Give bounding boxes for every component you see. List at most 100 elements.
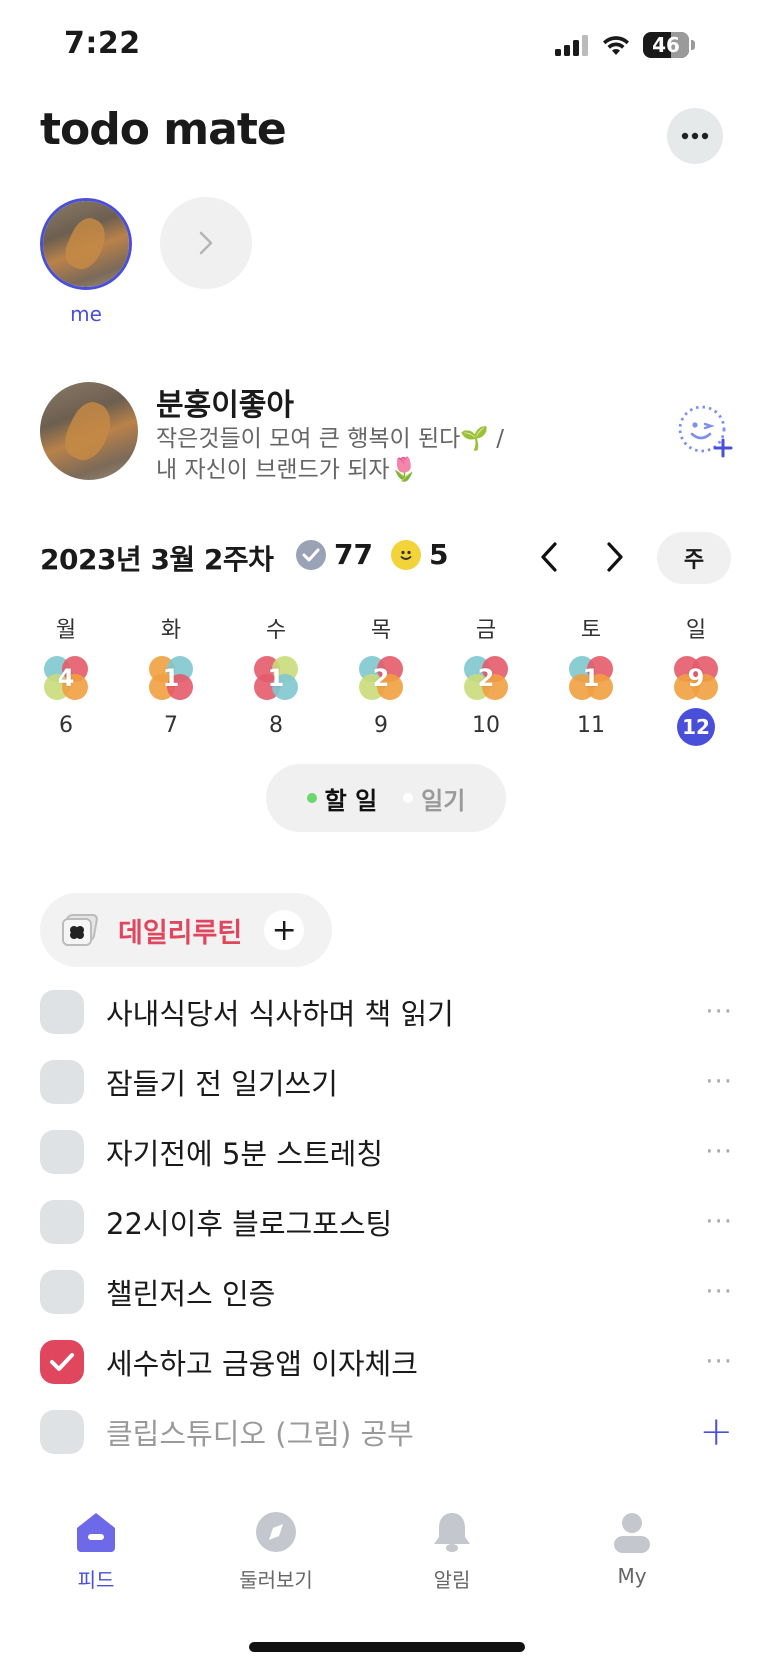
- routine-category-chip[interactable]: 데일리루틴 +: [40, 893, 332, 967]
- day-date: 10: [472, 713, 500, 738]
- day-column[interactable]: 일 9 12: [666, 612, 726, 746]
- clover-icon: 1: [567, 654, 615, 702]
- day-todo-count: 9: [687, 664, 705, 692]
- todo-text: 자기전에 5분 스트레칭: [106, 1137, 384, 1171]
- home-indicator: [249, 1642, 525, 1652]
- todo-checkbox[interactable]: [40, 1060, 84, 1104]
- more-horizontal-icon: [681, 132, 709, 140]
- more-options-button[interactable]: [667, 108, 723, 164]
- day-date: 8: [269, 713, 283, 738]
- profile-avatar[interactable]: [40, 382, 138, 480]
- done-count: 77: [334, 538, 373, 571]
- todo-item[interactable]: 세수하고 금융앱 이자체크 ···: [40, 1332, 733, 1392]
- day-todo-count: 2: [477, 664, 495, 692]
- wifi-icon: [603, 36, 629, 55]
- tab-explore-label: 둘러보기: [239, 1568, 313, 1592]
- day-name: 목: [370, 618, 392, 643]
- prev-week-button[interactable]: [536, 540, 564, 578]
- profile-name: 분홍이좋아: [156, 388, 294, 423]
- bell-icon: [434, 1513, 470, 1552]
- smiley-add-icon: [678, 405, 733, 458]
- tab-feed[interactable]: 피드: [36, 1510, 156, 1593]
- todo-checkbox[interactable]: [40, 990, 84, 1034]
- day-date: 11: [577, 713, 605, 738]
- clover-icon: 4: [42, 654, 90, 702]
- check-badge-icon: [296, 539, 326, 570]
- day-date: 7: [164, 713, 178, 738]
- day-column[interactable]: 월 4 6: [36, 612, 96, 744]
- day-column[interactable]: 금 2 10: [456, 612, 516, 744]
- day-date: 9: [374, 713, 388, 738]
- signal-icon: [555, 35, 588, 56]
- week-title: 2023년 3월 2주차: [40, 543, 274, 576]
- tab-my-label: My: [617, 1564, 647, 1588]
- day-column[interactable]: 목 2 9: [351, 612, 411, 744]
- tab-todo[interactable]: 할 일: [306, 781, 377, 816]
- day-name: 화: [160, 618, 182, 643]
- todo-text: 사내식당서 식사하며 책 읽기: [106, 997, 454, 1031]
- profile-bio: 작은것들이 모여 큰 행복이 된다🌱 / 내 자신이 브랜드가 되자🌷: [156, 426, 505, 483]
- day-name: 일: [685, 618, 707, 643]
- routine-label: 데일리루틴: [118, 917, 243, 949]
- todo-item[interactable]: 자기전에 5분 스트레칭 ···: [40, 1122, 733, 1182]
- clover-icon: 1: [147, 654, 195, 702]
- tab-my[interactable]: My: [572, 1510, 692, 1588]
- clover-icon: 2: [462, 654, 510, 702]
- my-story-avatar[interactable]: [40, 198, 132, 290]
- add-todo-plus-icon[interactable]: +: [697, 1409, 733, 1455]
- day-column[interactable]: 토 1 11: [561, 612, 621, 744]
- todo-item[interactable]: 클립스튜디오 (그림) 공부 +: [40, 1402, 733, 1462]
- todo-text: 22시이후 블로그포스팅: [106, 1207, 393, 1241]
- todo-checkbox[interactable]: [40, 1130, 84, 1174]
- todo-more-icon[interactable]: ···: [697, 1347, 733, 1377]
- todo-item[interactable]: 22시이후 블로그포스팅 ···: [40, 1192, 733, 1252]
- active-dot-icon: [306, 793, 317, 803]
- todo-item[interactable]: 챌린저스 인증 ···: [40, 1262, 733, 1322]
- mode-toggle: 할 일 일기: [266, 764, 506, 832]
- todo-checkbox[interactable]: [40, 1410, 84, 1454]
- todo-checkbox[interactable]: [40, 1200, 84, 1244]
- day-name: 월: [55, 618, 77, 643]
- day-todo-count: 4: [57, 664, 75, 692]
- day-todo-count: 1: [582, 664, 600, 692]
- todo-more-icon[interactable]: ···: [697, 1207, 733, 1237]
- add-emoji-button[interactable]: [677, 404, 733, 460]
- week-stats: 77 5: [296, 538, 448, 571]
- tab-notifications-label: 알림: [433, 1568, 471, 1592]
- todo-checkbox[interactable]: [40, 1270, 84, 1314]
- smiley-icon: [390, 539, 421, 570]
- todo-text: 세수하고 금융앱 이자체크: [106, 1347, 418, 1381]
- routine-box-icon: [62, 914, 98, 946]
- day-name: 금: [475, 618, 497, 643]
- next-week-button[interactable]: [600, 540, 628, 578]
- status-time: 7:22: [64, 26, 141, 61]
- todo-more-icon[interactable]: ···: [697, 1067, 733, 1097]
- app-title: todo mate: [40, 104, 287, 155]
- todo-item[interactable]: 사내식당서 식사하며 책 읽기 ···: [40, 982, 733, 1042]
- todo-more-icon[interactable]: ···: [697, 1137, 733, 1167]
- todo-more-icon[interactable]: ···: [697, 1277, 733, 1307]
- tab-feed-label: 피드: [77, 1568, 115, 1592]
- tab-diary[interactable]: 일기: [403, 781, 465, 816]
- day-column[interactable]: 수 1 8: [246, 612, 306, 744]
- view-toggle-button[interactable]: 주: [657, 532, 731, 584]
- inactive-dot-icon: [403, 793, 414, 803]
- clover-icon: 9: [672, 654, 720, 702]
- tab-explore[interactable]: 둘러보기: [216, 1510, 336, 1593]
- tab-notifications[interactable]: 알림: [392, 1510, 512, 1593]
- todo-more-icon[interactable]: ···: [697, 997, 733, 1027]
- todo-checkbox[interactable]: [40, 1340, 84, 1384]
- battery-icon: 46: [643, 32, 689, 58]
- checkmark-icon: [50, 1353, 74, 1371]
- add-todo-button[interactable]: +: [264, 910, 305, 950]
- stories-next-button[interactable]: [160, 197, 252, 289]
- emoji-count: 5: [428, 538, 449, 571]
- status-icons: 46: [555, 32, 695, 58]
- tab-diary-label: 일기: [421, 786, 466, 815]
- home-icon: [77, 1513, 115, 1552]
- day-column[interactable]: 화 1 7: [141, 612, 201, 744]
- chevron-left-icon: [541, 542, 557, 572]
- todo-item[interactable]: 잠들기 전 일기쓰기 ···: [40, 1052, 733, 1112]
- day-name: 토: [580, 618, 602, 643]
- day-date: 6: [59, 713, 73, 738]
